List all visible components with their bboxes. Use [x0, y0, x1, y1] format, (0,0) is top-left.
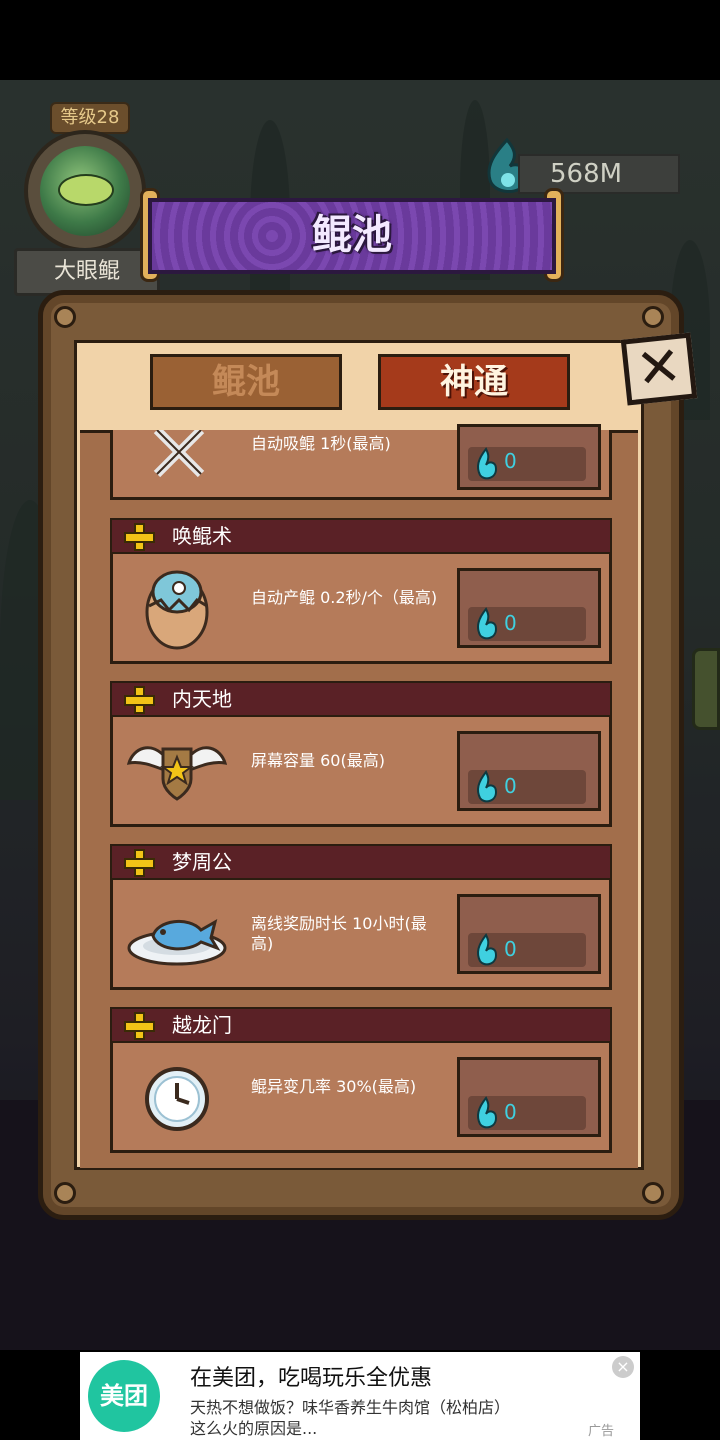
- upgrade-cost-button[interactable]: 0: [457, 894, 601, 974]
- fish-avatar-icon: [58, 174, 114, 206]
- skill-row-body: 离线奖励时长 10小时(最高) 0: [110, 880, 612, 990]
- skill-row-header: 梦周公: [110, 844, 612, 880]
- soul-flame-icon: [477, 933, 498, 966]
- upgrade-cost-button[interactable]: 0: [457, 424, 601, 490]
- winged-shield-icon: [127, 746, 227, 801]
- cost-value: 0: [504, 774, 517, 798]
- tab-pool[interactable]: 鲲池: [150, 354, 342, 410]
- frame-knob: [642, 1182, 664, 1204]
- cost-value: 0: [504, 937, 517, 961]
- skill-row-body: 自动产鲲 0.2秒/个（最高) 0: [110, 554, 612, 664]
- skill-row-header: 越龙门: [110, 1007, 612, 1043]
- skill-row-body: 鲲异变几率 30%(最高) 0: [110, 1043, 612, 1153]
- skill-row-body: 屏幕容量 60(最高) 0: [110, 717, 612, 827]
- plus-icon[interactable]: [124, 523, 155, 551]
- currency-counter: 568M: [518, 154, 680, 194]
- level-badge: 等级28: [50, 102, 130, 134]
- soul-flame-icon: [477, 607, 498, 640]
- ad-close-button[interactable]: ×: [612, 1356, 634, 1378]
- skill-description: 自动吸鲲 1秒(最高): [251, 434, 391, 453]
- ad-description: 这么火的原因是...: [190, 1419, 318, 1438]
- cost-value: 0: [504, 1100, 517, 1124]
- skill-description: 屏幕容量 60(最高): [251, 751, 385, 770]
- skill-name: 内天地: [172, 687, 232, 711]
- plus-icon[interactable]: [124, 849, 155, 877]
- upgrade-cost-button[interactable]: 0: [457, 731, 601, 811]
- side-drawer-toggle[interactable]: [692, 648, 720, 730]
- crossed-blades-icon: [153, 430, 205, 478]
- skill-name: 越龙门: [172, 1013, 232, 1037]
- ad-banner[interactable]: 美团 在美团，吃喝玩乐全优惠 天热不想做饭？味华香养生牛肉馆（松柏店） 这么火的…: [80, 1352, 640, 1440]
- cost-value: 0: [504, 449, 517, 473]
- skill-row-body: 自动吸鲲 1秒(最高) 0: [110, 424, 612, 500]
- frame-knob: [54, 1182, 76, 1204]
- skill-row-header: 内天地: [110, 681, 612, 717]
- clock-icon: [145, 1067, 209, 1131]
- skill-row-header: 唤鲲术: [110, 518, 612, 554]
- skill-description: 鲲异变几率 30%(最高): [251, 1077, 417, 1096]
- skill-name: 梦周公: [172, 850, 232, 874]
- skill-description: 自动产鲲 0.2秒/个（最高): [251, 588, 438, 607]
- soul-flame-icon: [477, 447, 498, 480]
- close-button[interactable]: ✕: [620, 332, 698, 406]
- page-title: 鲲池: [312, 212, 392, 258]
- tab-skills[interactable]: 神通: [378, 354, 570, 410]
- soul-flame-icon: [477, 770, 498, 803]
- soul-flame-icon: [477, 1096, 498, 1129]
- frame-knob: [54, 306, 76, 328]
- skill-name: 唤鲲术: [172, 524, 232, 548]
- cost-value: 0: [504, 611, 517, 635]
- upgrade-cost-button[interactable]: 0: [457, 568, 601, 648]
- skill-description: 离线奖励时长 10小时(最高): [251, 914, 427, 953]
- ad-label: 广告: [588, 1424, 615, 1439]
- plus-icon[interactable]: [124, 686, 155, 714]
- fish-plate-icon: [127, 918, 227, 966]
- ad-title: 在美团，吃喝玩乐全优惠: [190, 1366, 433, 1391]
- frame-knob: [642, 306, 664, 328]
- plus-icon[interactable]: [124, 1012, 155, 1040]
- upgrade-cost-button[interactable]: 0: [457, 1057, 601, 1137]
- meituan-logo: 美团: [88, 1360, 160, 1432]
- fish-name-plate: 大眼鲲: [14, 248, 160, 296]
- cracked-egg-icon: [145, 570, 209, 650]
